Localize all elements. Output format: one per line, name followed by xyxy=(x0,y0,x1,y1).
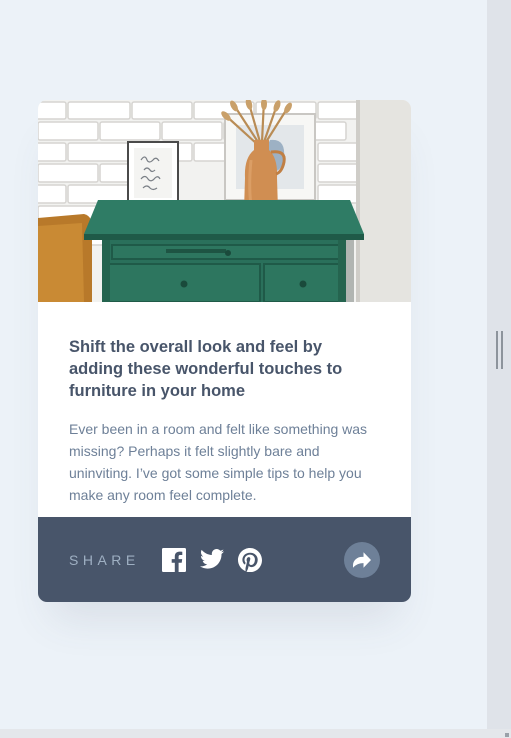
share-label: SHARE xyxy=(69,552,140,568)
vertical-scrollbar[interactable] xyxy=(487,0,511,738)
page-viewport: Shift the overall look and feel by addin… xyxy=(0,0,487,738)
article-title[interactable]: Shift the overall look and feel by addin… xyxy=(69,336,379,402)
corner-resize-icon xyxy=(505,733,509,737)
drawer-illustration xyxy=(38,100,411,303)
article-image xyxy=(38,100,411,303)
horizontal-scrollbar xyxy=(0,729,511,738)
share-arrow-icon xyxy=(353,552,371,568)
pinterest-icon[interactable] xyxy=(238,548,262,572)
twitter-icon[interactable] xyxy=(200,549,224,573)
share-button[interactable] xyxy=(344,542,380,578)
article-preview-card: Shift the overall look and feel by addin… xyxy=(38,100,411,602)
share-panel: SHARE xyxy=(38,517,411,602)
scrollbar-grip-icon[interactable] xyxy=(496,331,503,369)
facebook-icon[interactable] xyxy=(162,548,186,572)
article-description: Ever been in a room and felt like someth… xyxy=(69,421,368,503)
